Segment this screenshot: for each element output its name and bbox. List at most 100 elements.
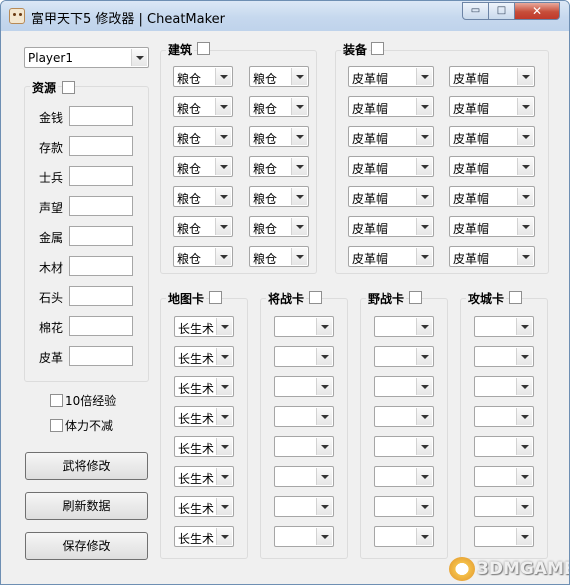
save-changes-button[interactable]: 保存修改 — [25, 532, 148, 560]
field-battle-card-select[interactable] — [374, 406, 434, 427]
equipment-select[interactable]: 皮革帽 — [449, 216, 535, 237]
general-battle-card-select[interactable] — [274, 346, 334, 367]
chevron-down-icon[interactable] — [516, 438, 532, 455]
chevron-down-icon[interactable] — [516, 378, 532, 395]
resource-input[interactable] — [69, 226, 133, 246]
equipment-select[interactable]: 皮革帽 — [348, 156, 434, 177]
chevron-down-icon[interactable] — [516, 468, 532, 485]
siege-card-checkbox[interactable] — [509, 291, 522, 304]
resources-checkbox[interactable] — [62, 81, 75, 94]
general-battle-card-select[interactable] — [274, 496, 334, 517]
building-select[interactable]: 粮仓 — [249, 186, 309, 207]
general-battle-card-select[interactable] — [274, 406, 334, 427]
equipment-select[interactable]: 皮革帽 — [449, 66, 535, 87]
stamina-checkbox[interactable] — [50, 419, 63, 432]
chevron-down-icon[interactable] — [416, 128, 432, 145]
chevron-down-icon[interactable] — [215, 128, 231, 145]
exp10-checkbox[interactable] — [50, 394, 63, 407]
equipment-select[interactable]: 皮革帽 — [348, 246, 434, 267]
equipment-select[interactable]: 皮革帽 — [449, 126, 535, 147]
chevron-down-icon[interactable] — [416, 318, 432, 335]
siege-card-select[interactable] — [474, 406, 534, 427]
equipment-select[interactable]: 皮革帽 — [348, 66, 434, 87]
map-card-select[interactable]: 长生术 — [174, 436, 234, 457]
building-select[interactable]: 粮仓 — [249, 246, 309, 267]
chevron-down-icon[interactable] — [291, 188, 307, 205]
chevron-down-icon[interactable] — [215, 248, 231, 265]
chevron-down-icon[interactable] — [215, 218, 231, 235]
chevron-down-icon[interactable] — [416, 468, 432, 485]
chevron-down-icon[interactable] — [416, 248, 432, 265]
chevron-down-icon[interactable] — [416, 68, 432, 85]
building-checkbox[interactable] — [197, 42, 210, 55]
equipment-select[interactable]: 皮革帽 — [449, 96, 535, 117]
chevron-down-icon[interactable] — [416, 218, 432, 235]
chevron-down-icon[interactable] — [131, 49, 147, 66]
map-card-select[interactable]: 长生术 — [174, 376, 234, 397]
building-select[interactable]: 粮仓 — [249, 216, 309, 237]
building-select[interactable]: 粮仓 — [173, 66, 233, 87]
chevron-down-icon[interactable] — [215, 68, 231, 85]
chevron-down-icon[interactable] — [291, 218, 307, 235]
chevron-down-icon[interactable] — [291, 158, 307, 175]
resource-input[interactable] — [69, 106, 133, 126]
equipment-select[interactable]: 皮革帽 — [348, 96, 434, 117]
chevron-down-icon[interactable] — [416, 498, 432, 515]
field-battle-card-checkbox[interactable] — [409, 291, 422, 304]
field-battle-card-select[interactable] — [374, 376, 434, 397]
minimize-button[interactable]: ▭ — [462, 2, 489, 20]
chevron-down-icon[interactable] — [516, 528, 532, 545]
general-battle-card-checkbox[interactable] — [309, 291, 322, 304]
chevron-down-icon[interactable] — [416, 188, 432, 205]
chevron-down-icon[interactable] — [517, 188, 533, 205]
map-card-select[interactable]: 长生术 — [174, 466, 234, 487]
equipment-select[interactable]: 皮革帽 — [449, 156, 535, 177]
field-battle-card-select[interactable] — [374, 496, 434, 517]
siege-card-select[interactable] — [474, 376, 534, 397]
chevron-down-icon[interactable] — [291, 248, 307, 265]
equipment-select[interactable]: 皮革帽 — [348, 216, 434, 237]
resource-input[interactable] — [69, 196, 133, 216]
building-select[interactable]: 粮仓 — [249, 126, 309, 147]
chevron-down-icon[interactable] — [316, 378, 332, 395]
chevron-down-icon[interactable] — [216, 468, 232, 485]
resource-input[interactable] — [69, 136, 133, 156]
resource-input[interactable] — [69, 346, 133, 366]
building-select[interactable]: 粮仓 — [249, 156, 309, 177]
general-battle-card-select[interactable] — [274, 316, 334, 337]
building-select[interactable]: 粮仓 — [249, 66, 309, 87]
map-card-select[interactable]: 长生术 — [174, 496, 234, 517]
chevron-down-icon[interactable] — [516, 498, 532, 515]
refresh-data-button[interactable]: 刷新数据 — [25, 492, 148, 520]
building-select[interactable]: 粮仓 — [173, 186, 233, 207]
chevron-down-icon[interactable] — [316, 438, 332, 455]
chevron-down-icon[interactable] — [517, 158, 533, 175]
chevron-down-icon[interactable] — [416, 348, 432, 365]
chevron-down-icon[interactable] — [316, 528, 332, 545]
general-battle-card-select[interactable] — [274, 526, 334, 547]
chevron-down-icon[interactable] — [517, 68, 533, 85]
chevron-down-icon[interactable] — [216, 378, 232, 395]
map-card-select[interactable]: 长生术 — [174, 316, 234, 337]
general-battle-card-select[interactable] — [274, 436, 334, 457]
chevron-down-icon[interactable] — [291, 98, 307, 115]
resource-input[interactable] — [69, 256, 133, 276]
building-select[interactable]: 粮仓 — [173, 216, 233, 237]
player-select[interactable]: Player1 — [24, 47, 149, 68]
equipment-checkbox[interactable] — [371, 42, 384, 55]
chevron-down-icon[interactable] — [416, 98, 432, 115]
chevron-down-icon[interactable] — [316, 318, 332, 335]
siege-card-select[interactable] — [474, 436, 534, 457]
siege-card-select[interactable] — [474, 346, 534, 367]
close-button[interactable]: ✕ — [515, 2, 560, 20]
building-select[interactable]: 粮仓 — [249, 96, 309, 117]
chevron-down-icon[interactable] — [416, 528, 432, 545]
title-bar[interactable]: 富甲天下5 修改器 | CheatMaker ▭ □ ✕ — [1, 1, 569, 31]
building-select[interactable]: 粮仓 — [173, 126, 233, 147]
chevron-down-icon[interactable] — [416, 158, 432, 175]
chevron-down-icon[interactable] — [216, 498, 232, 515]
chevron-down-icon[interactable] — [216, 528, 232, 545]
general-battle-card-select[interactable] — [274, 466, 334, 487]
map-card-select[interactable]: 长生术 — [174, 346, 234, 367]
general-battle-card-select[interactable] — [274, 376, 334, 397]
